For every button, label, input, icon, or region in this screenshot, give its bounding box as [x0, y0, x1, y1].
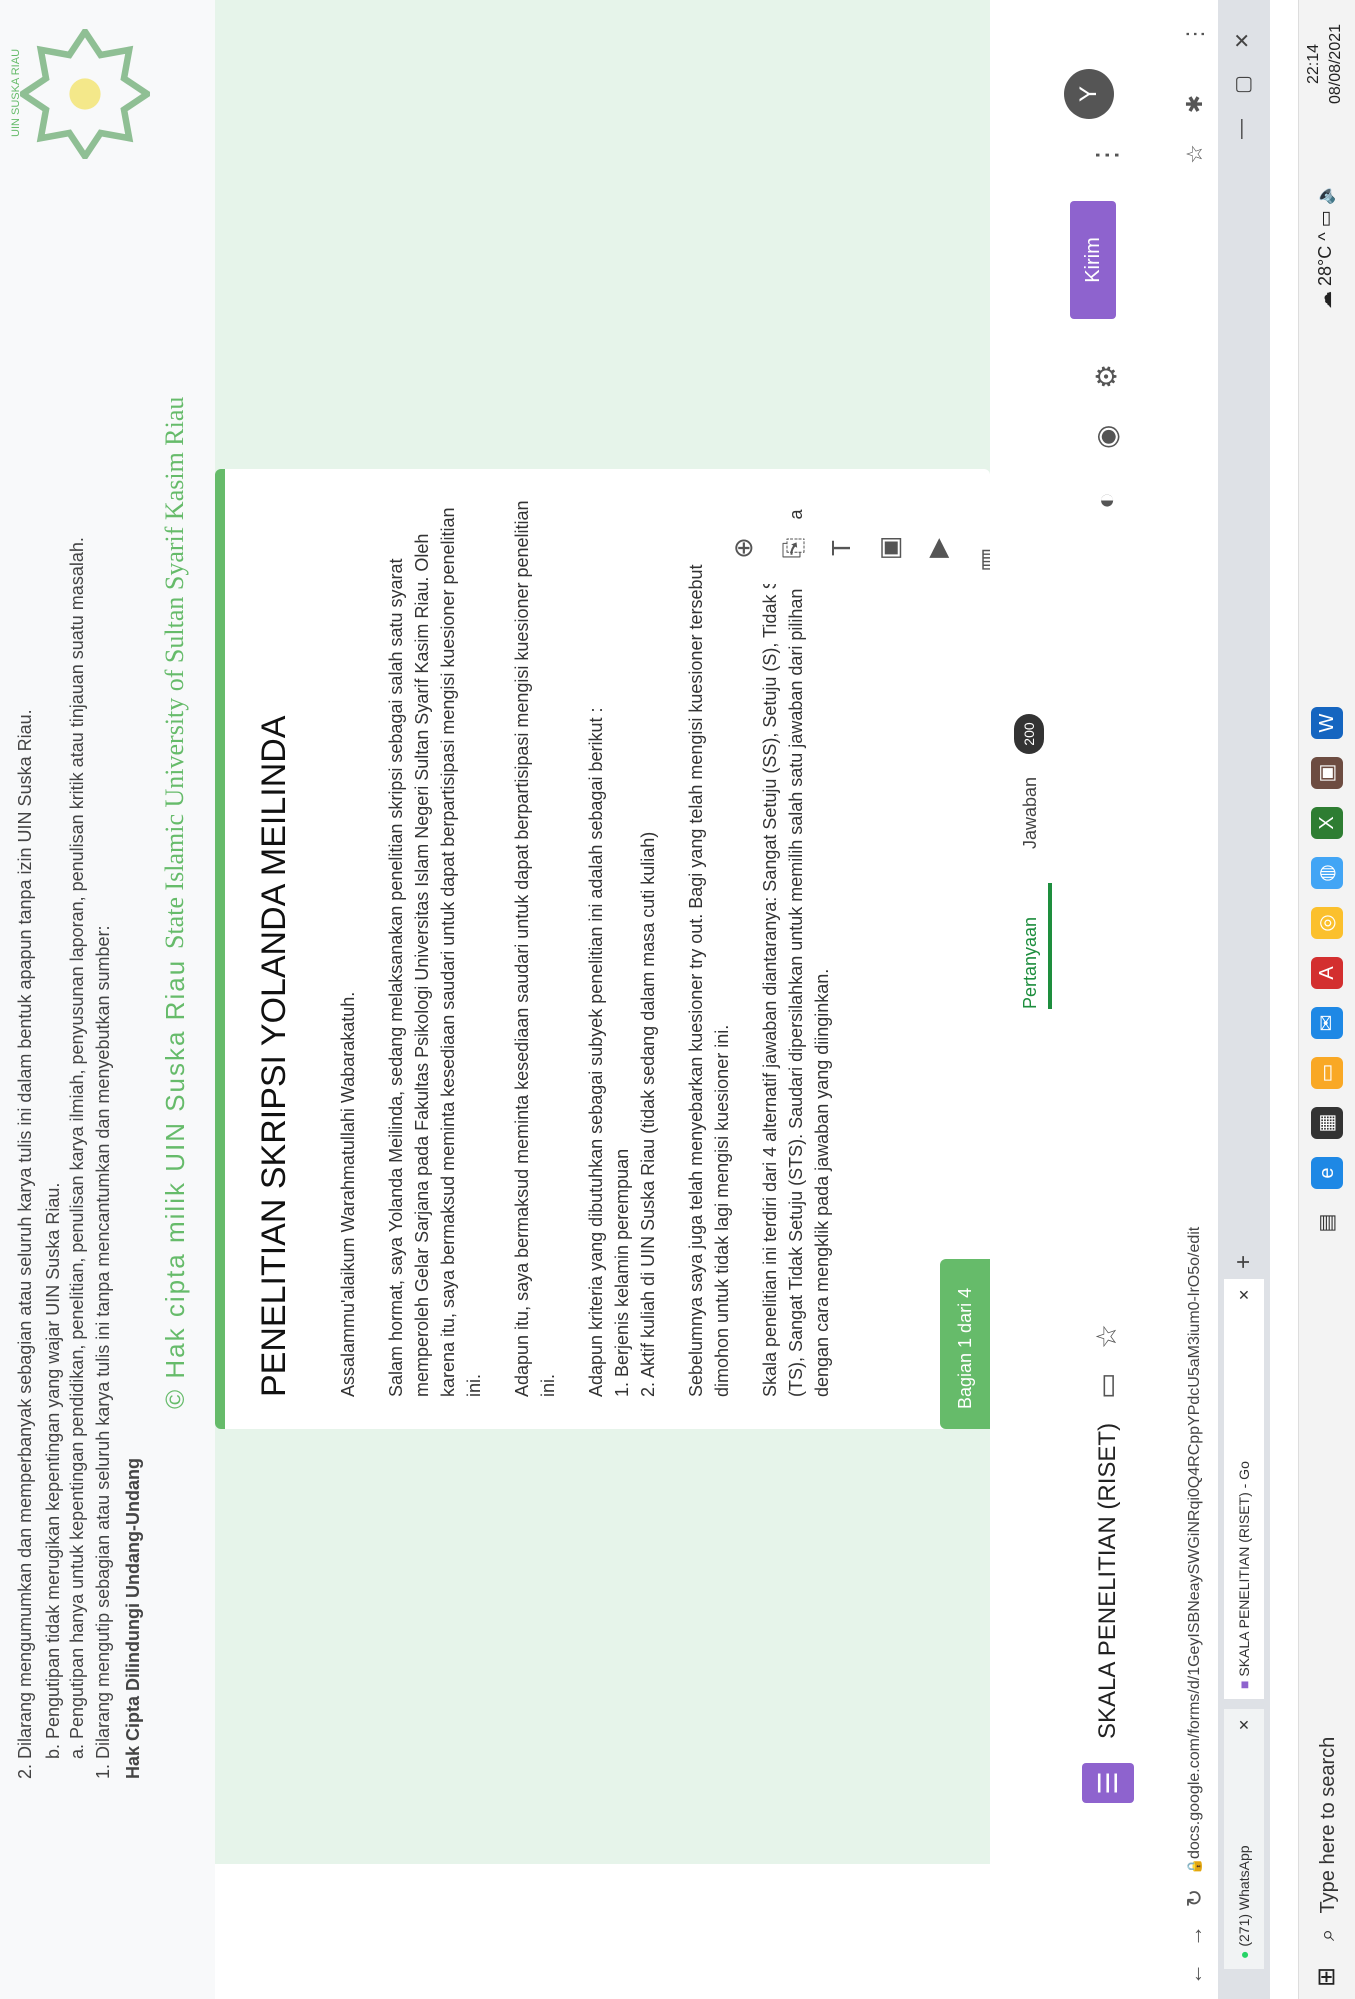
desc-intro: Salam hormat, saya Yolanda Meilinda, sed…	[386, 507, 484, 1397]
search-placeholder: Type here to search	[1317, 1736, 1339, 1914]
more-options-icon[interactable]: ⋮	[1090, 141, 1123, 169]
form-content-area: PENELITIAN SKRIPSI YOLANDA MEILINDA Assa…	[215, 0, 1005, 1864]
form-header-card[interactable]: PENELITIAN SKRIPSI YOLANDA MEILINDA Assa…	[215, 469, 990, 1429]
logo-caption: UIN SUSKA RIAU	[10, 48, 22, 137]
tab-responses[interactable]: Jawaban	[1020, 777, 1041, 849]
bookmark-star-icon[interactable]: ☆	[1182, 139, 1208, 169]
copyright-line-1b: b. Pengutipan tidak merugikan kepentinga…	[43, 1182, 63, 1759]
send-button[interactable]: Kirim	[1070, 201, 1116, 319]
excel-icon[interactable]: X	[1311, 807, 1343, 839]
desc-criteria: Adapun kriteria yang dibutuhkan sebagai …	[586, 707, 606, 1397]
close-icon[interactable]: ✕	[1224, 1289, 1264, 1301]
folder-icon[interactable]: ▭	[1090, 1373, 1123, 1399]
copyright-line-1a: a. Pengutipan hanya untuk kepentingan pe…	[67, 537, 87, 1759]
uin-suska-logo	[20, 29, 150, 159]
tab-whatsapp[interactable]: ● (271) WhatsApp ✕	[1224, 1709, 1264, 1969]
rotated-screen: 2. Dilarang mengumumkan dan memperbanyak…	[0, 0, 1355, 1999]
add-question-icon[interactable]: ⊕	[725, 530, 761, 566]
store-icon[interactable]: ▦	[1311, 1107, 1343, 1139]
search-icon: ⌕	[1314, 1928, 1339, 1941]
edge-icon[interactable]: e	[1311, 1157, 1343, 1189]
forward-icon[interactable]: →	[1182, 1921, 1208, 1951]
reload-icon[interactable]: ↻	[1182, 1883, 1208, 1913]
star-icon[interactable]: ☆	[1090, 1324, 1123, 1349]
url-field[interactable]: docs.google.com/forms/d/1GeyISBNeaySWGiN…	[1180, 759, 1210, 1859]
battery-icon: ▭	[1315, 210, 1335, 228]
add-video-icon[interactable]: ▶	[919, 530, 955, 566]
desc-request: Adapun itu, saya bermaksud meminta kesed…	[512, 500, 558, 1397]
extensions-icon[interactable]: ✱	[1182, 89, 1208, 119]
address-bar: ← → ↻ 🔒 docs.google.com/forms/d/1GeyISBN…	[1170, 0, 1221, 1999]
import-questions-icon[interactable]: ⎘	[775, 530, 811, 566]
desc-criteria-2: 2. Aktif kuliah di UIN Suska Riau (tidak…	[638, 831, 658, 1397]
responses-count-badge: 200	[1014, 714, 1044, 754]
settings-gear-icon[interactable]: ⚙	[1090, 364, 1123, 389]
weather-icon: ☁	[1315, 291, 1335, 309]
window-close-icon[interactable]: ✕	[1230, 32, 1255, 49]
minimize-icon[interactable]: —	[1230, 119, 1253, 139]
watermark-text-top: © Hak cipta milik UIN Suska Riau	[160, 958, 190, 1409]
globe-icon[interactable]: ◍	[1311, 857, 1343, 889]
copyright-line-2: 2. Dilarang mengumumkan dan memperbanyak…	[15, 709, 35, 1779]
desc-criteria-1: 1. Berjenis kelamin perempuan	[612, 1148, 632, 1397]
whatsapp-icon: ●	[1236, 1950, 1252, 1959]
forms-tab-icon: ■	[1236, 1680, 1252, 1689]
forms-header: Pertanyaan Jawaban 200 ☰ SKALA PENELITIA…	[990, 0, 1170, 1999]
temperature: 28°C	[1315, 245, 1335, 286]
windows-start-icon[interactable]: ⊞	[1313, 1959, 1341, 1987]
task-view-icon[interactable]: ▤	[1311, 1207, 1343, 1239]
new-tab-icon[interactable]: +	[1230, 1255, 1258, 1269]
windows-taskbar: ⊞ ⌕ Type here to search ▤ e ▦ ▭ ✉ A ◎ ◍ …	[1298, 0, 1355, 1999]
google-forms-logo[interactable]: ☰	[1082, 1763, 1134, 1803]
file-explorer-icon[interactable]: ▭	[1311, 1057, 1343, 1089]
copyright-margin: 2. Dilarang mengumumkan dan memperbanyak…	[0, 0, 215, 1999]
avatar[interactable]: Y	[1064, 69, 1114, 119]
watermark-text-bottom: State Islamic University of Sultan Syari…	[160, 396, 189, 949]
tab-label: SKALA PENELITIAN (RISET) - Go	[1236, 1461, 1252, 1677]
clock[interactable]: 22:14 08/08/2021	[1303, 9, 1347, 119]
clock-date: 08/08/2021	[1327, 23, 1344, 105]
tab-forms[interactable]: ■ SKALA PENELITIAN (RISET) - Go ✕	[1224, 1279, 1264, 1699]
side-toolbar: ⊕ ⎘ T ▣ ▶	[715, 520, 975, 584]
close-icon[interactable]: ✕	[1224, 1719, 1264, 1731]
add-title-icon[interactable]: T	[823, 530, 859, 566]
form-title-heading[interactable]: PENELITIAN SKRIPSI YOLANDA MEILINDA	[255, 497, 294, 1397]
chrome-icon[interactable]: ◎	[1311, 907, 1343, 939]
palette-icon[interactable]: ◐	[1090, 492, 1122, 509]
tab-questions[interactable]: Pertanyaan	[1020, 917, 1041, 1009]
word-icon[interactable]: W	[1311, 707, 1343, 739]
taskbar-search[interactable]: ⌕ Type here to search	[1307, 1731, 1347, 1941]
back-icon[interactable]: ←	[1182, 1959, 1208, 1989]
maximize-icon[interactable]: ▢	[1230, 75, 1255, 94]
browser-tab-strip: ● (271) WhatsApp ✕ ■ SKALA PENELITIAN (R…	[1218, 0, 1270, 1999]
preview-eye-icon[interactable]: ◉	[1090, 425, 1123, 449]
desc-tryout: Sebelumnya saya juga telah menyebarkan k…	[686, 564, 732, 1398]
clock-time: 22:14	[1305, 43, 1322, 85]
section-label: Bagian 1 dari 4	[940, 1259, 990, 1429]
copyright-heading: Hak Cipta Dilindungi Undang-Undang	[123, 1458, 143, 1779]
desc-greeting: Assalammu'alaikum Warahmatullahi Wabarak…	[338, 991, 358, 1397]
volume-icon: 🔈	[1315, 182, 1335, 206]
mail-icon[interactable]: ✉	[1311, 1007, 1343, 1039]
copyright-line-1: 1. Dilarang mengutip sebagian atau selur…	[93, 925, 113, 1779]
desc-scale: Skala penelitian ini terdiri dari 4 alte…	[760, 509, 832, 1397]
document-title[interactable]: SKALA PENELITIAN (RISET)	[1094, 1423, 1122, 1739]
add-image-icon[interactable]: ▣	[871, 530, 907, 566]
browser-menu-icon[interactable]: ⋮	[1182, 19, 1208, 49]
media-icon[interactable]: ▣	[1311, 757, 1343, 789]
system-tray[interactable]: ☁ 28°C ^ ▭ 🔈	[1315, 129, 1336, 309]
active-tab-indicator	[1048, 883, 1052, 1009]
form-description[interactable]: Assalammu'alaikum Warahmatullahi Wabarak…	[335, 497, 857, 1397]
tray-arrow-icon[interactable]: ^	[1315, 227, 1335, 240]
tab-label: (271) WhatsApp	[1236, 1845, 1252, 1947]
lock-icon: 🔒	[1186, 1857, 1202, 1875]
acrobat-icon[interactable]: A	[1311, 957, 1343, 989]
